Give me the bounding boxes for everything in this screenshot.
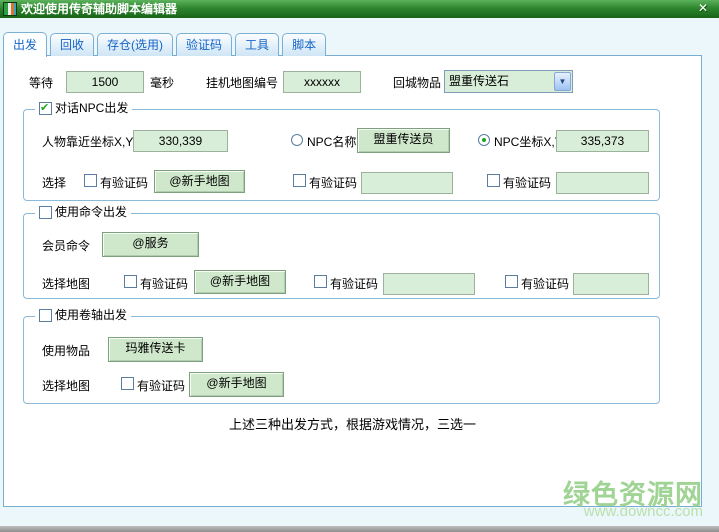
tab-captcha[interactable]: 验证码	[176, 33, 232, 56]
npc-captcha3-checkbox[interactable]	[487, 174, 500, 187]
npc-name-field[interactable]: 盟重传送员	[357, 128, 450, 153]
footer-note: 上述三种出发方式，根据游戏情况，三选一	[4, 414, 701, 433]
group-npc-title: 对话NPC出发	[55, 101, 128, 115]
cmd-map-button[interactable]: @新手地图	[194, 270, 286, 294]
npc-captcha2-input[interactable]	[361, 172, 453, 194]
select-label: 选择	[42, 176, 66, 190]
scroll-captcha-checkbox[interactable]	[121, 377, 134, 390]
scroll-map-button[interactable]: @新手地图	[189, 372, 284, 397]
window-title: 欢迎使用传奇辅助脚本编辑器	[21, 0, 177, 18]
captcha-label: 有验证码	[100, 176, 148, 190]
captcha-label: 有验证码	[140, 277, 188, 291]
script-editor-window: 欢迎使用传奇辅助脚本编辑器 ✕ 出发 回收 存仓(选用) 验证码 工具 脚本 等…	[0, 0, 719, 532]
npc-depart-checkbox[interactable]	[39, 102, 52, 115]
window-bottom-edge	[0, 526, 719, 532]
close-icon[interactable]: ✕	[695, 0, 711, 17]
town-item-dropdown[interactable]: 盟重传送石 ▼	[444, 70, 573, 93]
group-npc-depart: 对话NPC出发 人物靠近坐标X,Y 330,339 NPC名称 盟重传送员 NP…	[23, 109, 660, 201]
near-xy-label: 人物靠近坐标X,Y	[42, 135, 133, 149]
group-scroll-title: 使用卷轴出发	[55, 308, 127, 322]
town-item-label: 回城物品	[393, 76, 441, 90]
captcha-label: 有验证码	[309, 176, 357, 190]
cmd-captcha3-input[interactable]	[573, 273, 649, 295]
map-no-label: 挂机地图编号	[206, 76, 278, 90]
captcha-label: 有验证码	[503, 176, 551, 190]
use-item-label: 使用物品	[42, 344, 90, 358]
group-command-depart: 使用命令出发 会员命令 @服务 选择地图 有验证码 @新手地图 有验证码 有验证…	[23, 213, 660, 299]
npc-xy-label: NPC坐标X,Y	[494, 135, 563, 149]
cmd-captcha2-input[interactable]	[383, 273, 475, 295]
title-bar: 欢迎使用传奇辅助脚本编辑器 ✕	[0, 0, 719, 18]
cmd-captcha3-checkbox[interactable]	[505, 275, 518, 288]
tab-depart[interactable]: 出发	[3, 32, 47, 57]
npc-name-label: NPC名称	[307, 135, 356, 149]
map-no-input[interactable]: xxxxxx	[283, 71, 361, 93]
ms-label: 毫秒	[150, 76, 174, 90]
app-icon	[3, 2, 17, 16]
captcha-label: 有验证码	[137, 379, 185, 393]
town-item-selected-value: 盟重传送石	[449, 71, 509, 92]
group-scroll-depart: 使用卷轴出发 使用物品 玛雅传送卡 选择地图 有验证码 @新手地图	[23, 316, 660, 404]
scroll-depart-checkbox[interactable]	[39, 309, 52, 322]
member-cmd-label: 会员命令	[42, 239, 90, 253]
tab-storage[interactable]: 存仓(选用)	[97, 33, 173, 56]
npc-name-radio[interactable]	[291, 134, 303, 146]
cmd-captcha1-checkbox[interactable]	[124, 275, 137, 288]
group-cmd-legend: 使用命令出发	[35, 205, 131, 219]
tab-script[interactable]: 脚本	[282, 33, 326, 56]
use-item-field[interactable]: 玛雅传送卡	[108, 337, 203, 362]
group-scroll-legend: 使用卷轴出发	[35, 308, 131, 322]
command-depart-checkbox[interactable]	[39, 206, 52, 219]
select-map-label: 选择地图	[42, 379, 90, 393]
group-cmd-title: 使用命令出发	[55, 205, 127, 219]
wait-label: 等待	[29, 76, 53, 90]
tab-tools[interactable]: 工具	[235, 33, 279, 56]
depart-tab-panel: 等待 1500 毫秒 挂机地图编号 xxxxxx 回城物品 盟重传送石 ▼ 对话…	[3, 55, 702, 507]
cmd-captcha2-checkbox[interactable]	[314, 275, 327, 288]
npc-xy-input[interactable]: 335,373	[556, 130, 649, 152]
member-cmd-field[interactable]: @服务	[102, 232, 199, 257]
tab-recycle[interactable]: 回收	[50, 33, 94, 56]
captcha-label: 有验证码	[330, 277, 378, 291]
npc-captcha2-checkbox[interactable]	[293, 174, 306, 187]
npc-captcha3-input[interactable]	[556, 172, 649, 194]
select-map-label: 选择地图	[42, 277, 90, 291]
chevron-down-icon[interactable]: ▼	[554, 72, 571, 91]
npc-captcha1-checkbox[interactable]	[84, 174, 97, 187]
captcha-label: 有验证码	[521, 277, 569, 291]
watermark-site-url: www.downcc.com	[584, 503, 703, 520]
npc-xy-radio[interactable]	[478, 134, 490, 146]
npc-map-button[interactable]: @新手地图	[154, 170, 245, 193]
group-npc-legend: 对话NPC出发	[35, 101, 132, 115]
wait-input[interactable]: 1500	[66, 71, 144, 93]
near-xy-input[interactable]: 330,339	[133, 130, 228, 152]
tab-strip: 出发 回收 存仓(选用) 验证码 工具 脚本	[3, 31, 326, 56]
